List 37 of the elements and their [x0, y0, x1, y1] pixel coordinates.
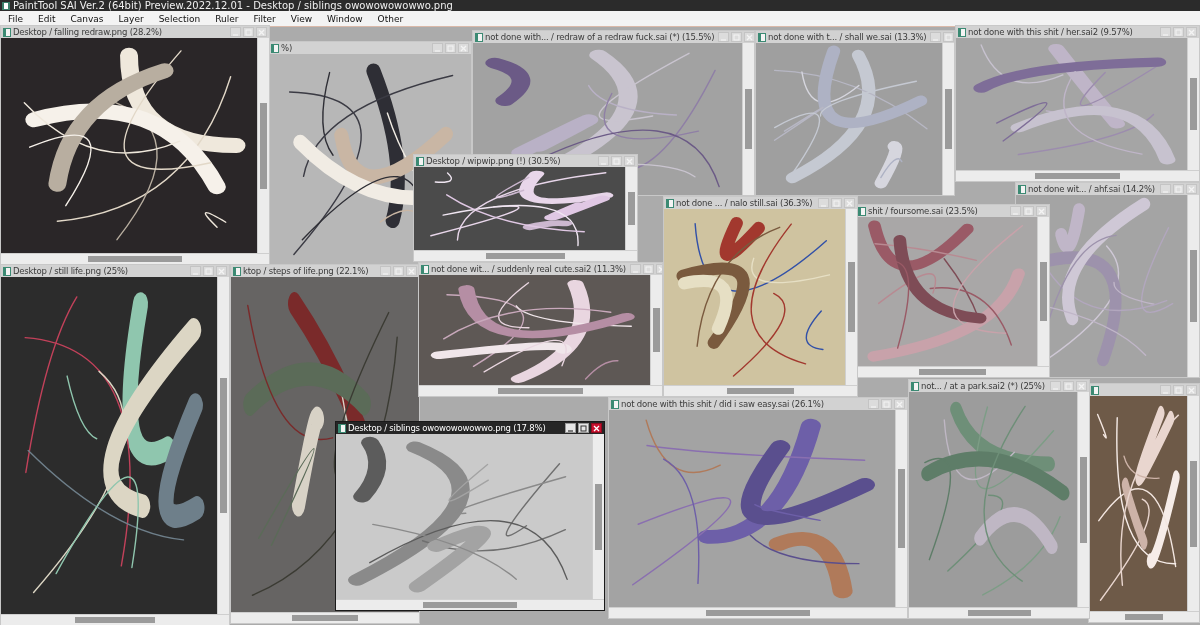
- window-title: Desktop / falling redraw.png (28.2%): [13, 26, 162, 38]
- title-bar[interactable]: not done with... / redraw of a redraw fuck.sai (*) (15.5%): [473, 31, 754, 43]
- window-title: shit / foursome.sai (23.5%): [868, 205, 978, 217]
- window-title: not done with this shit / her.sai2 (9.57%): [968, 26, 1133, 38]
- window-title: PaintTool SAI Ver.2 (64bit) Preview.2022.12.01 - Desktop / siblings owowowowowwo.png: [13, 0, 453, 11]
- menu-item[interactable]: Canvas: [70, 13, 104, 24]
- title-bar[interactable]: Desktop / still life.png (25%): [1, 265, 229, 277]
- title-bar[interactable]: not done with this shit / did i saw easy.sai (26.1%): [609, 398, 907, 410]
- window-title: not done with... / redraw of a redraw fuck.sai (*) (15.5%): [485, 31, 715, 43]
- title-bar[interactable]: not done wit... / ahf.sai (14.2%): [1016, 183, 1199, 195]
- menu-item[interactable]: Selection: [158, 13, 201, 24]
- title-bar[interactable]: not done with t... / shall we.sai (13.3%): [756, 31, 954, 43]
- title-bar[interactable]: not... / at a park.sai2 (*) (25%): [909, 380, 1089, 392]
- menu-item[interactable]: Other: [377, 13, 404, 24]
- menu-item[interactable]: View: [290, 13, 313, 24]
- title-bar[interactable]: not done with this shit / her.sai2 (9.57%): [956, 26, 1199, 38]
- window-title: not done wit... / ahf.sai (14.2%): [1028, 183, 1155, 195]
- title-bar[interactable]: %): [269, 42, 471, 54]
- title-bar[interactable]: shit / foursome.sai (23.5%): [856, 205, 1049, 217]
- menu-item[interactable]: Ruler: [215, 13, 239, 24]
- title-bar[interactable]: ktop / steps of life.png (22.1%): [231, 265, 419, 277]
- window-title: not done ... / nalo still.sai (36.3%): [676, 197, 813, 209]
- title-bar[interactable]: not done wit... / suddenly real cute.sai2 (11.3%): [419, 263, 662, 275]
- window-title: not... / at a park.sai2 (*) (25%): [921, 380, 1045, 392]
- menu-item[interactable]: Window: [327, 13, 363, 24]
- menu-item[interactable]: File: [8, 13, 24, 24]
- menu-item[interactable]: Filter: [253, 13, 276, 24]
- window-title: %): [281, 42, 292, 54]
- window-title: not done with this shit / did i saw easy.sai (26.1%): [621, 398, 824, 410]
- menu-item[interactable]: Layer: [118, 13, 144, 24]
- window-title: ktop / steps of life.png (22.1%): [243, 265, 369, 277]
- menu-item[interactable]: Edit: [38, 13, 56, 24]
- title-bar[interactable]: Desktop / falling redraw.png (28.2%): [1, 26, 269, 38]
- window-title: not done wit... / suddenly real cute.sai2 (11.3%): [431, 263, 626, 275]
- window-title: Desktop / still life.png (25%): [13, 265, 128, 277]
- title-bar[interactable]: not done ... / nalo still.sai (36.3%): [664, 197, 857, 209]
- window-title: not done with t... / shall we.sai (13.3%): [768, 31, 927, 43]
